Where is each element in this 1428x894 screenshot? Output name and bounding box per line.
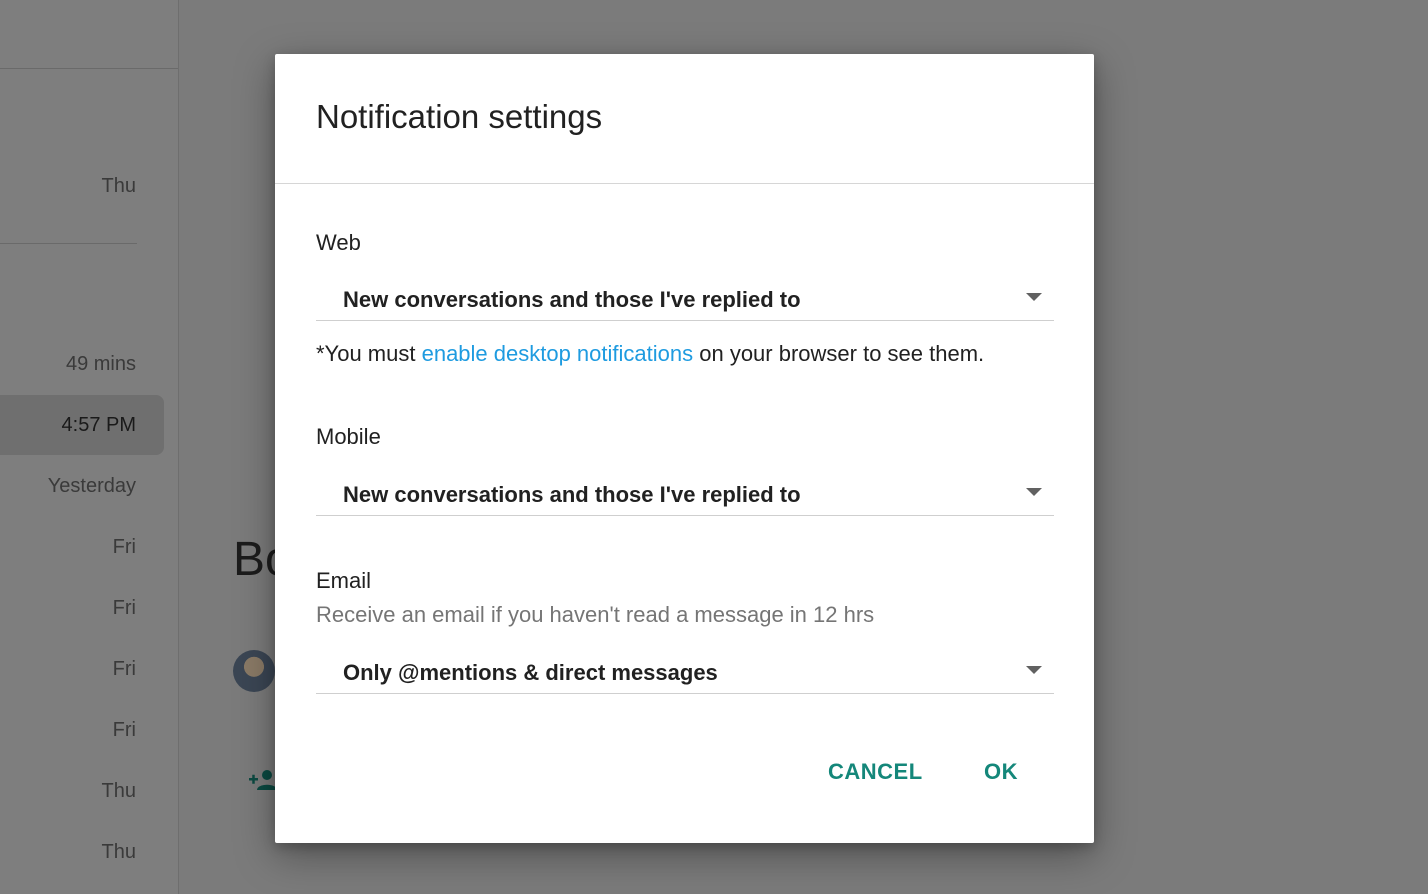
- avatar: [233, 650, 275, 692]
- conversation-time: Fri: [112, 658, 136, 680]
- email-notification-select[interactable]: Only @mentions & direct messages: [316, 640, 1054, 694]
- notification-settings-dialog: Notification settings Web New conversati…: [275, 54, 1094, 843]
- note-suffix: on your browser to see them.: [693, 341, 985, 366]
- sidebar-top-divider: [0, 68, 178, 69]
- conversation-time: Thu: [101, 175, 136, 197]
- dialog-title: Notification settings: [316, 98, 603, 135]
- ok-button[interactable]: OK: [984, 759, 1018, 785]
- web-notification-select[interactable]: New conversations and those I've replied…: [316, 267, 1054, 321]
- mobile-section-label: Mobile: [316, 424, 381, 449]
- add-person-icon: [249, 770, 277, 790]
- mobile-select-value: New conversations and those I've replied…: [343, 482, 801, 507]
- dropdown-arrow-icon: [1026, 488, 1042, 496]
- conversation-list-sidebar: Thu 49 mins 4:57 PM Yesterday Fri Fri Fr…: [0, 0, 179, 894]
- dialog-header-divider: [275, 183, 1094, 184]
- web-section-label: Web: [316, 230, 361, 255]
- enable-desktop-notifications-link[interactable]: enable desktop notifications: [422, 341, 694, 366]
- dropdown-arrow-icon: [1026, 293, 1042, 301]
- email-select-value: Only @mentions & direct messages: [343, 660, 718, 685]
- conversation-time: 4:57 PM: [61, 414, 136, 436]
- sidebar-divider: [0, 243, 137, 244]
- conversation-time: Fri: [112, 719, 136, 741]
- conversation-time: Yesterday: [47, 475, 136, 497]
- conversation-time: Fri: [112, 536, 136, 558]
- conversation-time: Thu: [101, 841, 136, 863]
- mobile-notification-select[interactable]: New conversations and those I've replied…: [316, 462, 1054, 516]
- note-prefix: *You must: [316, 341, 422, 366]
- conversation-time: Thu: [101, 780, 136, 802]
- web-select-value: New conversations and those I've replied…: [343, 287, 801, 312]
- dropdown-arrow-icon: [1026, 666, 1042, 674]
- cancel-button[interactable]: CANCEL: [828, 759, 923, 785]
- desktop-notifications-note: *You must enable desktop notifications o…: [316, 341, 984, 367]
- conversation-time: Fri: [112, 597, 136, 619]
- conversation-time: 49 mins: [65, 353, 136, 375]
- email-hint-text: Receive an email if you haven't read a m…: [316, 602, 875, 627]
- email-section-label: Email: [316, 568, 372, 593]
